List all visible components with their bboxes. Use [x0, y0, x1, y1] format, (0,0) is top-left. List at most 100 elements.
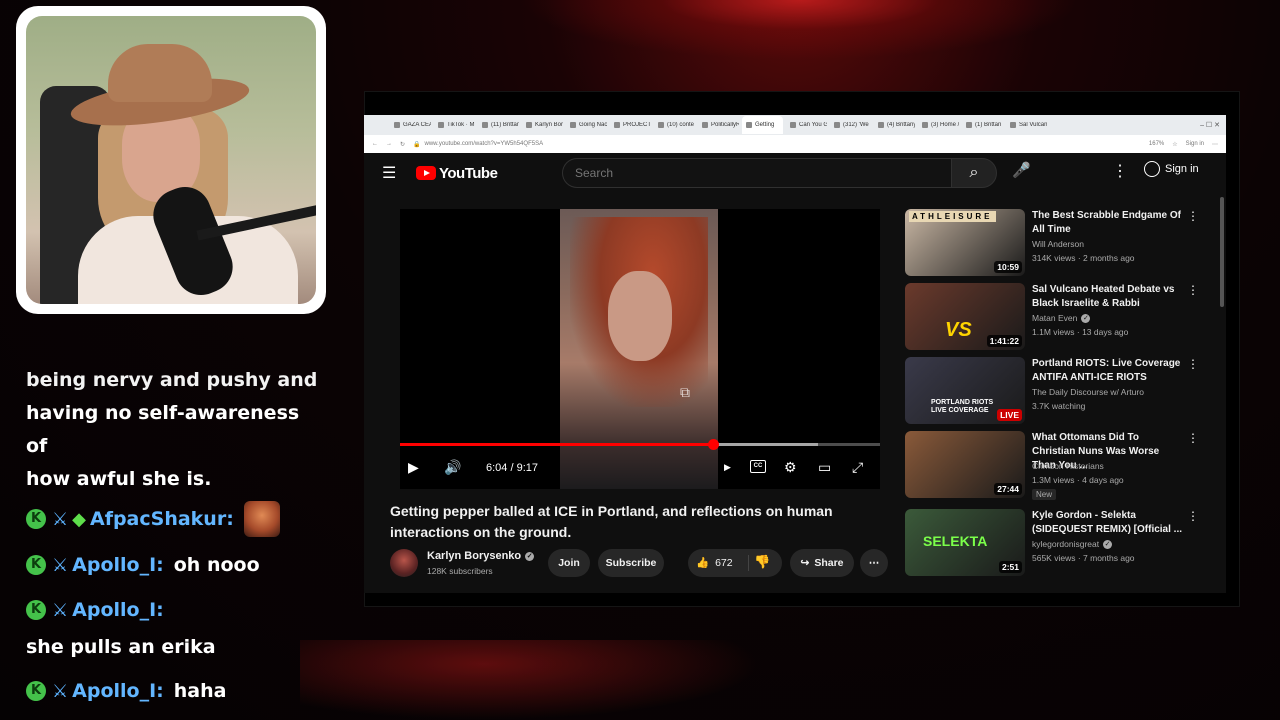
- recommendation-item[interactable]: VS 1:41:22 Sal Vulcano Heated Debate vs Bl…: [905, 283, 1205, 357]
- url-field[interactable]: 🔒 www.youtube.com/watch?v=YW5h54QF5SA: [413, 141, 1141, 148]
- browser-tab[interactable]: (11) Brittan: [478, 122, 519, 128]
- more-actions-icon[interactable]: ⋯: [860, 549, 888, 577]
- channel-name[interactable]: Karlyn Borysenko ✓: [427, 550, 535, 562]
- browser-tab[interactable]: PoliticallyR: [698, 122, 739, 128]
- k-badge-icon: K: [26, 509, 46, 529]
- fullscreen-icon[interactable]: ⤢: [852, 459, 863, 476]
- background-glow-bottom: [300, 640, 760, 720]
- share-label: Share: [814, 557, 844, 569]
- window-controls-icon[interactable]: – ☐ ✕: [1200, 121, 1220, 129]
- more-options-icon[interactable]: ⋮: [1187, 509, 1199, 523]
- browser-tab-label: Can You G: [799, 122, 827, 128]
- browser-tab[interactable]: (10) conte: [654, 122, 695, 128]
- recommendation-thumbnail[interactable]: ATHLEISURE 10:59: [905, 209, 1025, 276]
- picture-in-picture-icon[interactable]: ⧉: [680, 384, 690, 401]
- autoplay-icon[interactable]: ▶: [724, 462, 731, 473]
- chat-message: K ⚔ Apollo_I: oh nooo: [26, 542, 326, 588]
- browser-tab[interactable]: (3) Home /: [918, 122, 959, 128]
- recommendation-channel[interactable]: kylegordonisgreat ✓: [1032, 539, 1113, 550]
- menu-icon[interactable]: ⋯: [1212, 141, 1218, 148]
- more-options-icon[interactable]: ⋮: [1187, 209, 1199, 223]
- search-input[interactable]: [562, 158, 951, 188]
- k-badge-icon: K: [26, 555, 46, 575]
- subscribe-button[interactable]: Subscribe: [598, 549, 664, 577]
- hamburger-menu-icon[interactable]: ☰: [382, 163, 408, 183]
- browser-tab[interactable]: (312) 'We: [830, 122, 871, 128]
- chat-username: Apollo_I:: [72, 599, 164, 621]
- channel-row: Karlyn Borysenko ✓ 128K subscribers Join …: [390, 549, 890, 585]
- browser-tab[interactable]: Karlyn Bory: [522, 122, 563, 128]
- recommendation-channel[interactable]: Crimson Historians: [1032, 461, 1104, 471]
- video-player[interactable]: ⧉ ▶ 🔊 6:04 / 9:17 ▶ CC ⚙ ▭ ⤢: [400, 209, 880, 489]
- recommendation-item[interactable]: SELEKTA 2:51 Kyle Gordon - Selekta (SIDEQU…: [905, 509, 1205, 583]
- scrollbar[interactable]: [1220, 197, 1224, 307]
- recommendation-item[interactable]: ATHLEISURE 10:59 The Best Scrabble Endgame…: [905, 209, 1205, 283]
- browser-tab[interactable]: (1) Brittan: [962, 122, 1003, 128]
- share-icon: ↪: [800, 557, 810, 569]
- browser-tab-label: TikTok · M: [447, 122, 475, 128]
- browser-tab[interactable]: TikTok · M: [434, 122, 475, 128]
- recommendation-title[interactable]: Portland RIOTS: Live Coverage ANTIFA ANT…: [1032, 357, 1184, 385]
- more-options-icon[interactable]: ⋮: [1187, 357, 1199, 371]
- like-count: 672: [715, 556, 733, 569]
- search-button[interactable]: ⌕: [951, 158, 997, 188]
- tab-favicon-icon: [526, 122, 532, 128]
- browser-tab[interactable]: Going Nac: [566, 122, 607, 128]
- diamond-badge-icon: ◆: [72, 508, 86, 530]
- tab-favicon-icon: [614, 122, 620, 128]
- reload-icon[interactable]: ↻: [400, 141, 405, 148]
- forward-icon[interactable]: →: [386, 141, 392, 147]
- settings-icon[interactable]: ⚙: [784, 459, 797, 476]
- recommendation-thumbnail[interactable]: VS 1:41:22: [905, 283, 1025, 350]
- browser-tab[interactable]: (4) Brittany: [874, 122, 915, 128]
- more-options-icon[interactable]: ⋮: [1187, 431, 1199, 445]
- browser-tab[interactable]: Sal Vulcano: [1006, 122, 1047, 128]
- play-icon[interactable]: ▶: [408, 459, 419, 476]
- star-icon[interactable]: ☆: [1172, 141, 1177, 148]
- chat-text: oh nooo: [173, 553, 260, 576]
- recommendation-thumbnail[interactable]: SELEKTA 2:51: [905, 509, 1025, 576]
- youtube-play-icon: [416, 166, 436, 180]
- browser-signin[interactable]: Sign in: [1186, 141, 1204, 147]
- recommendation-channel[interactable]: The Daily Discourse w/ Arturo: [1032, 387, 1144, 397]
- recommendation-title[interactable]: Sal Vulcano Heated Debate vs Black Israe…: [1032, 283, 1184, 311]
- recommendation-channel[interactable]: Matan Even ✓: [1032, 313, 1091, 324]
- recommendation-title[interactable]: The Best Scrabble Endgame Of All Time: [1032, 209, 1184, 237]
- browser-tab-label: PROJECT: [623, 122, 651, 128]
- recommendation-item[interactable]: PORTLAND RIOTS LIVE COVERAGE LIVE Portland…: [905, 357, 1205, 431]
- share-button[interactable]: ↪ Share: [790, 549, 854, 577]
- video-duration: 10:59: [994, 261, 1022, 273]
- browser-tab[interactable]: Getting: [742, 116, 783, 134]
- join-button[interactable]: Join: [548, 549, 590, 577]
- browser-window: GAZA CEA TikTok · M (11) Brittan Karlyn Bor…: [364, 115, 1226, 593]
- chat-username: Apollo_I:: [72, 679, 164, 702]
- recommendation-meta: 1.1M views · 13 days ago: [1032, 327, 1129, 337]
- recommendation-title[interactable]: Kyle Gordon - Selekta (SIDEQUEST REMIX) …: [1032, 509, 1184, 537]
- recommendation-thumbnail[interactable]: PORTLAND RIOTS LIVE COVERAGE LIVE: [905, 357, 1025, 424]
- thumbs-down-icon[interactable]: 👎: [754, 554, 770, 570]
- more-options-icon[interactable]: ⋮: [1187, 283, 1199, 297]
- video-subject-face: [608, 271, 672, 361]
- voice-search-icon[interactable]: 🎤: [1012, 161, 1031, 179]
- youtube-logo[interactable]: YouTube: [416, 165, 498, 182]
- browser-tab[interactable]: GAZA CEA: [390, 122, 431, 128]
- tab-favicon-icon: [658, 122, 664, 128]
- sign-in-button[interactable]: Sign in: [1144, 161, 1199, 177]
- zoom-level[interactable]: 167%: [1149, 141, 1164, 147]
- webcam-feed: [26, 16, 316, 304]
- back-icon[interactable]: ←: [372, 141, 378, 147]
- recommendation-thumbnail[interactable]: 27:44: [905, 431, 1025, 498]
- subtitles-icon[interactable]: CC: [750, 460, 766, 473]
- volume-icon[interactable]: 🔊: [444, 459, 461, 476]
- recommendation-item[interactable]: 27:44 What Ottomans Did To Christian Nuns…: [905, 431, 1205, 509]
- tab-favicon-icon: [438, 122, 444, 128]
- browser-tab[interactable]: Can You G: [786, 122, 827, 128]
- recommendation-channel[interactable]: Will Anderson: [1032, 239, 1084, 249]
- progress-bar[interactable]: [400, 439, 880, 450]
- browser-tab[interactable]: PROJECT: [610, 122, 651, 128]
- chat-continued-line: having no self-awareness of: [26, 402, 300, 457]
- like-button[interactable]: 👍 672: [696, 556, 733, 570]
- channel-avatar[interactable]: [390, 549, 418, 577]
- theater-mode-icon[interactable]: ▭: [818, 459, 831, 476]
- more-options-icon[interactable]: ⋮: [1112, 161, 1128, 181]
